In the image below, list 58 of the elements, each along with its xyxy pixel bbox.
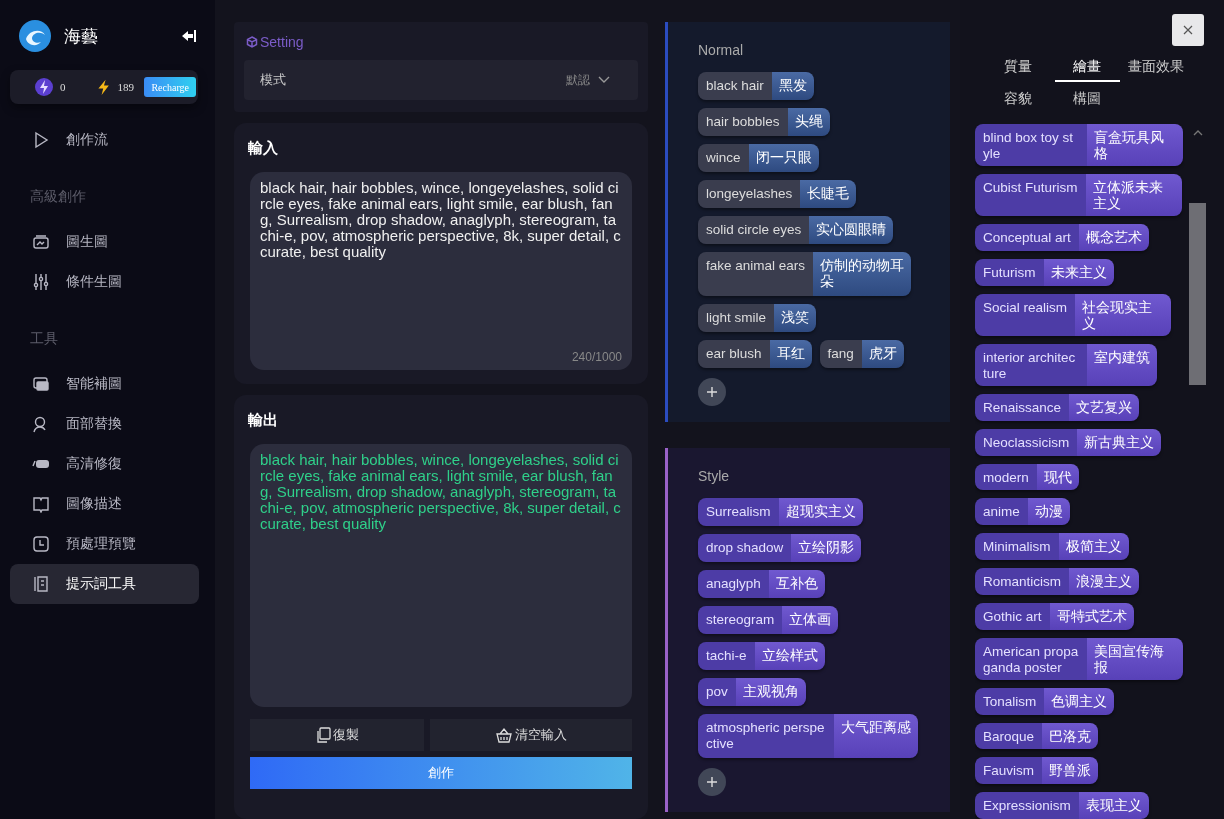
lightning-coin-icon: [34, 77, 54, 97]
add-button[interactable]: [698, 378, 726, 406]
credit-count: 189: [117, 81, 134, 93]
sliders-icon: [32, 273, 50, 291]
gallery-icon: [32, 375, 50, 393]
play-icon: [32, 131, 50, 149]
close-icon: [1183, 25, 1193, 35]
nav-label: 創作流: [66, 131, 108, 149]
group-title: Style: [698, 468, 731, 484]
nav-label: 圖生圖: [66, 233, 108, 251]
nav-label: 智能補圖: [66, 375, 122, 393]
nav-item[interactable]: 面部替換: [10, 404, 199, 444]
logo-icon: [18, 19, 52, 53]
nav-item[interactable]: 預處理預覽: [10, 524, 199, 564]
app-name: 海藝: [64, 25, 99, 48]
copy-icon: [315, 727, 331, 743]
plus-icon: [706, 386, 718, 398]
nav-item[interactable]: 圖像描述: [10, 484, 199, 524]
category-tab[interactable]: 繪畫: [1054, 54, 1120, 82]
nav-item[interactable]: 圖生圖: [10, 222, 199, 262]
nav-label: 預處理預覽: [66, 535, 136, 553]
cube-icon: [246, 36, 258, 48]
nav-label: 高清修復: [66, 455, 122, 473]
copy-button[interactable]: 復製: [250, 719, 424, 751]
section-header: 工具: [29, 329, 59, 348]
nav-item[interactable]: 創作流: [10, 120, 199, 160]
category-tab[interactable]: 構圖: [1054, 86, 1120, 114]
nav-label: 條件生圖: [66, 273, 122, 291]
nav-item[interactable]: 高清修復: [10, 444, 199, 484]
setting-title: Setting: [260, 34, 304, 50]
scrollbar-thumb[interactable]: [1189, 203, 1206, 385]
nav-label: 圖像描述: [66, 495, 122, 513]
output-title: 輸出: [248, 411, 279, 430]
basket-icon: [495, 727, 513, 743]
nav-item[interactable]: 條件生圖: [10, 262, 199, 302]
add-button[interactable]: [698, 768, 726, 796]
chevron-down-icon: [598, 76, 610, 84]
section-header: 高級創作: [29, 187, 87, 206]
book-icon: [32, 495, 50, 513]
nav-item[interactable]: 智能補圖: [10, 364, 199, 404]
credit-count: 0: [60, 81, 66, 93]
group-title: Normal: [698, 42, 745, 58]
nav-label: 面部替換: [66, 415, 122, 433]
category-tab[interactable]: 容貌: [985, 86, 1051, 114]
nav-item[interactable]: 提示詞工具: [10, 564, 199, 604]
char-counter: 240/1000: [571, 350, 622, 364]
collapse-icon[interactable]: [181, 28, 197, 44]
mode-select[interactable]: 模式 默認: [244, 60, 638, 100]
input-title: 輸入: [248, 139, 279, 158]
scroll-up-icon[interactable]: [1192, 130, 1203, 136]
plus-icon: [706, 776, 718, 788]
category-tab[interactable]: 畫面效果: [1123, 54, 1189, 82]
input-field[interactable]: black hair, hair bobbles, wince, longeyelashes, solid circle eyes, fake animal ears, light smile, ear blush, fang, Surrealism, drop shadow, anaglyph, stereogram, tachi-e, pov, atmospheric perspective, 8k, super detail, ccurate, best quality 240/1000: [250, 172, 632, 370]
clock-icon: [32, 535, 50, 553]
nav-label: 提示詞工具: [66, 575, 136, 593]
clear-button[interactable]: 清空輸入: [430, 719, 632, 751]
output-field[interactable]: black hair, hair bobbles, wince, longeyelashes, solid circle eyes, fake animal ears, light smile, ear blush, fang, Surrealism, drop shadow, anaglyph, stereogram, tachi-e, pov, atmospheric perspective, 8k, super detail, ccurate, best quality: [250, 444, 632, 707]
category-tab[interactable]: 質量: [985, 54, 1051, 82]
